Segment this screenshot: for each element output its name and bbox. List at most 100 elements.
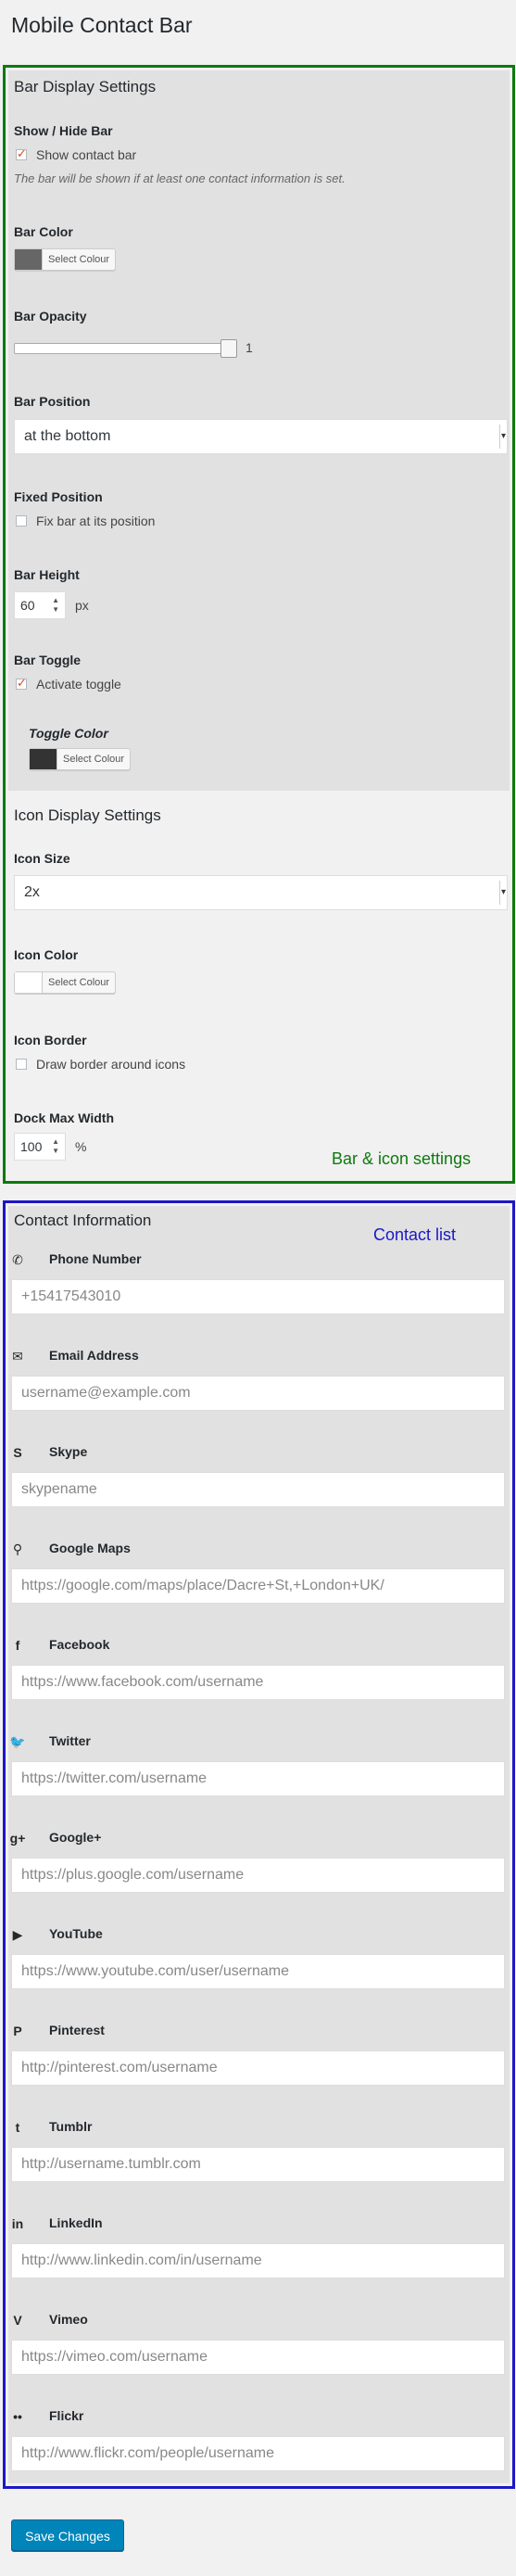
- bar-position-value: at the bottom: [24, 428, 111, 444]
- icon-size-select[interactable]: 2x ▾: [14, 875, 508, 910]
- contact-label: Facebook: [49, 1637, 110, 1652]
- checkbox-label: Fix bar at its position: [36, 514, 156, 528]
- bar-opacity-value: 1: [245, 340, 253, 355]
- bar-settings-title: Bar Display Settings: [14, 78, 157, 95]
- bar-position-select[interactable]: at the bottom ▾: [14, 419, 508, 454]
- checkbox-label: Draw border around icons: [36, 1057, 186, 1072]
- contact-input[interactable]: http://pinterest.com/username: [11, 2050, 505, 2086]
- checkbox-box[interactable]: [16, 515, 27, 527]
- bar-display-settings-panel: Bar Display Settings Show / Hide Bar Sho…: [8, 70, 510, 791]
- icon-size-label: Icon Size: [14, 851, 70, 866]
- bar-height-input[interactable]: 60 ▲ ▼: [14, 591, 66, 619]
- dock-max-width-unit: %: [75, 1139, 87, 1154]
- contact-label: Google+: [49, 1830, 102, 1845]
- contact-label: Google Maps: [49, 1541, 131, 1555]
- contact-list-annotation: Contact list: [373, 1225, 457, 1244]
- stepper-icon[interactable]: ▲ ▼: [52, 1137, 59, 1156]
- dock-max-width-label: Dock Max Width: [14, 1110, 114, 1125]
- toggle-color-label: Toggle Color: [29, 726, 108, 741]
- slider-handle[interactable]: [220, 339, 237, 358]
- icon-settings-title: Icon Display Settings: [14, 806, 161, 824]
- phone-icon: ✆: [12, 1251, 23, 1267]
- bar-height-value: 60: [20, 598, 35, 613]
- tumblr-icon: t: [15, 2120, 20, 2135]
- dock-max-width-input[interactable]: 100 ▲ ▼: [14, 1133, 66, 1161]
- contact-label: Email Address: [49, 1348, 139, 1363]
- contact-input[interactable]: username@example.com: [11, 1376, 505, 1411]
- bar-height-label: Bar Height: [14, 567, 80, 582]
- contact-input[interactable]: https://www.youtube.com/user/username: [11, 1954, 505, 1989]
- show-contact-bar-checkbox[interactable]: Show contact bar: [16, 146, 137, 162]
- bar-opacity-slider[interactable]: [14, 339, 237, 358]
- facebook-icon: f: [15, 1638, 20, 1653]
- bar-icon-settings-annotation: Bar & icon settings: [332, 1149, 472, 1168]
- flickr-icon: ••: [13, 2409, 22, 2424]
- icon-color-swatch: [15, 972, 43, 993]
- select-colour-button[interactable]: Select Colour: [43, 972, 115, 993]
- contact-label: Tumblr: [49, 2119, 93, 2134]
- checkbox-label: Show contact bar: [36, 147, 137, 162]
- contact-input[interactable]: https://www.facebook.com/username: [11, 1665, 505, 1700]
- save-changes-button[interactable]: Save Changes: [11, 2519, 124, 2551]
- contact-label: Flickr: [49, 2408, 84, 2423]
- contact-label: Vimeo: [49, 2312, 88, 2327]
- bar-position-label: Bar Position: [14, 394, 91, 409]
- select-colour-button[interactable]: Select Colour: [57, 749, 130, 769]
- chevron-down-icon: ▾: [499, 881, 507, 905]
- fixed-position-label: Fixed Position: [14, 489, 103, 504]
- show-hide-label: Show / Hide Bar: [14, 123, 113, 138]
- google-plus-icon: g+: [9, 1831, 26, 1846]
- bar-opacity-label: Bar Opacity: [14, 309, 87, 324]
- skype-icon: S: [13, 1445, 22, 1460]
- pinterest-icon: P: [13, 2024, 22, 2038]
- contact-input[interactable]: http://www.linkedin.com/in/username: [11, 2243, 505, 2278]
- chevron-down-icon: ▾: [499, 425, 507, 449]
- fixed-position-checkbox[interactable]: Fix bar at its position: [16, 514, 155, 528]
- icon-color-label: Icon Color: [14, 947, 79, 962]
- linkedin-icon: in: [11, 2216, 24, 2231]
- checkbox-label: Activate toggle: [36, 677, 121, 692]
- contact-input[interactable]: http://username.tumblr.com: [11, 2147, 505, 2182]
- icon-border-checkbox[interactable]: Draw border around icons: [16, 1057, 185, 1072]
- icon-display-settings-panel: Icon Display Settings Icon Size 2x ▾ Ico…: [8, 795, 510, 1175]
- checkbox-box[interactable]: [16, 146, 27, 161]
- contact-information-title: Contact Information: [14, 1212, 152, 1229]
- youtube-icon: ▶: [12, 1926, 23, 1942]
- page-title: Mobile Contact Bar: [11, 13, 193, 37]
- checkbox-box[interactable]: [16, 1059, 27, 1070]
- icon-size-value: 2x: [24, 884, 40, 900]
- contact-label: LinkedIn: [49, 2215, 103, 2230]
- icon-border-label: Icon Border: [14, 1033, 87, 1047]
- twitter-icon: 🐦: [9, 1733, 26, 1749]
- bar-color-swatch: [15, 249, 43, 270]
- contact-label: Skype: [49, 1444, 88, 1459]
- toggle-color-picker[interactable]: Select Colour: [29, 748, 132, 770]
- bar-color-picker[interactable]: Select Colour: [14, 248, 117, 271]
- bar-icon-settings-frame: Bar Display Settings Show / Hide Bar Sho…: [3, 65, 515, 1184]
- show-bar-hint: The bar will be shown if at least one co…: [14, 171, 346, 185]
- activate-toggle-checkbox[interactable]: Activate toggle: [16, 676, 121, 692]
- bar-color-label: Bar Color: [14, 224, 73, 239]
- contact-input[interactable]: https://twitter.com/username: [11, 1761, 505, 1796]
- select-colour-button[interactable]: Select Colour: [43, 249, 115, 270]
- contact-input[interactable]: skypename: [11, 1472, 505, 1507]
- map-marker-icon: ⚲: [12, 1541, 23, 1556]
- contact-input[interactable]: https://plus.google.com/username: [11, 1858, 505, 1893]
- checkbox-box[interactable]: [16, 676, 27, 691]
- icon-color-picker[interactable]: Select Colour: [14, 971, 117, 994]
- email-icon: ✉: [12, 1348, 23, 1364]
- dock-max-width-value: 100: [20, 1139, 43, 1154]
- contact-label: YouTube: [49, 1926, 103, 1941]
- vimeo-icon: V: [13, 2313, 22, 2328]
- bar-toggle-label: Bar Toggle: [14, 653, 82, 667]
- contact-input[interactable]: https://vimeo.com/username: [11, 2340, 505, 2375]
- contact-input[interactable]: http://www.flickr.com/people/username: [11, 2436, 505, 2471]
- contact-label: Pinterest: [49, 2023, 105, 2037]
- contact-label: Phone Number: [49, 1251, 142, 1266]
- bar-height-unit: px: [75, 598, 89, 613]
- contact-input[interactable]: https://google.com/maps/place/Dacre+St,+…: [11, 1568, 505, 1604]
- toggle-color-swatch: [30, 749, 57, 769]
- stepper-icon[interactable]: ▲ ▼: [52, 596, 59, 615]
- contact-input[interactable]: +15417543010: [11, 1279, 505, 1314]
- contact-label: Twitter: [49, 1733, 91, 1748]
